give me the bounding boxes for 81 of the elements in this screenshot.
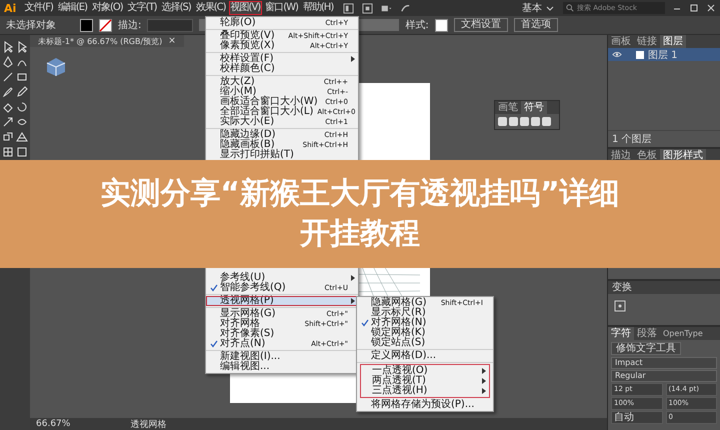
menu-item[interactable]: 将网格存储为预设(P)... [357,400,493,410]
touch-type-tool-button[interactable]: 修饰文字工具 [611,342,681,355]
panel-tab[interactable]: 画笔 [495,101,521,114]
menu-item[interactable]: 校样设置(F) [206,54,358,64]
pen-icon[interactable] [2,56,14,68]
menu-bar-item[interactable]: 效果(C) [194,1,228,15]
menu-item[interactable]: 校样颜色(C) [206,64,358,74]
layer-thumbnail [636,50,644,58]
panel-tab[interactable]: 图层 [660,35,686,48]
menu-bar-item[interactable]: 选择(S) [160,1,193,15]
document-tab[interactable]: 未标题-1* @ 66.67% (RGB/预览) × [30,35,184,47]
restore-icon[interactable] [689,3,699,13]
style-label: 样式: [405,18,429,32]
menu-bar-item[interactable]: 视图(V) [228,1,262,15]
caret-icon[interactable] [546,6,554,10]
layer-name: 图层 1 [648,48,678,62]
menu-item[interactable]: 新建视图(I)... [206,352,358,362]
menu-bar-item[interactable]: 文件(F) [22,1,55,15]
font-family-field[interactable]: Impact [611,357,717,369]
panel-tab[interactable]: 符号 [521,101,547,114]
close-icon[interactable] [706,3,716,13]
panel-tab[interactable]: 描边 [608,149,634,162]
brush-stroke-icon[interactable] [400,2,412,14]
banner-headline: 实测分享“新猴王大厅有透视挂吗”详细 [100,176,620,212]
menu-item[interactable]: 三点透视(H) [361,386,489,396]
menu-item[interactable]: 编辑视图... [206,362,358,372]
menu-item[interactable]: 一点透视(O) [361,366,489,376]
stroke-label: 描边: [118,18,142,32]
menu-item[interactable]: 显示标尺(R) [357,308,493,318]
zoom-level[interactable]: 66.67% [36,419,70,429]
banner-headline: 开挂教程 [300,216,420,252]
style-swatch[interactable] [434,18,448,32]
reference-point-icon[interactable] [614,300,626,312]
app-logo: Ai [4,2,16,14]
line-tool-icon[interactable] [2,71,14,83]
menu-item[interactable]: 锁定站点(S) [357,338,493,348]
toolbar-button[interactable]: 文档设置 [454,18,508,32]
panel-tab[interactable]: 段落 [634,327,660,340]
stroke-weight-field[interactable] [147,18,194,32]
layer-row[interactable]: 图层 1 [608,48,720,61]
document-title: 未标题-1* @ 66.67% (RGB/预览) [38,36,162,46]
rectangle-tool-icon[interactable] [16,71,28,83]
tab-close[interactable]: × [168,36,176,46]
layer-count: 1 个图层 [612,134,652,145]
eye-icon[interactable] [612,51,622,58]
menu-item[interactable]: 锁定网格(K) [357,328,493,338]
panel-tab[interactable]: 画板 [608,35,634,48]
panel-title: 变换 [612,282,632,293]
panel-tab[interactable]: 字符 [608,327,634,340]
selection-arrow-icon[interactable] [2,41,14,53]
menu-bar-item[interactable]: 窗口(W) [263,1,300,15]
current-tool-status: 透视网格 [130,418,166,430]
menu-item[interactable]: 显示打印拼贴(T) [206,150,358,160]
mesh-icon[interactable] [2,146,14,158]
panel-tab[interactable]: 色板 [634,149,660,162]
menu-bar-item[interactable]: 帮助(H) [300,1,336,15]
menu-bar-item[interactable]: 编辑(E) [56,1,89,15]
direct-selection-arrow-icon[interactable] [16,41,28,53]
stock-icon[interactable] [362,2,374,14]
panel-tab[interactable]: 链接 [634,35,660,48]
bridge-icon[interactable] [343,2,354,14]
menu-bar-item[interactable]: 文字(T) [126,1,159,15]
menu-item[interactable]: 两点透视(T) [361,376,489,386]
menu-item[interactable]: 对齐像素(S) [206,329,358,339]
perspective-widget-icon[interactable] [46,57,66,77]
brush-icon[interactable] [2,86,14,98]
menu-bar-item[interactable]: 对象(O) [90,1,125,15]
fill-swatch[interactable] [80,18,93,32]
panel-tab[interactable]: OpenType [660,327,706,340]
selection-status: 未选择对象 [6,18,56,32]
stroke-none-swatch[interactable] [99,18,112,32]
menu-item[interactable]: 参考线(U) [206,273,358,283]
pencil-icon[interactable] [16,86,28,98]
menu-item[interactable]: 对齐网格(N) [357,318,493,328]
font-style-field[interactable]: Regular [611,370,717,382]
menu-item[interactable]: 定义网格(D)... [357,351,493,361]
toolbar-button[interactable]: 首选项 [514,18,558,32]
kerning-field[interactable]: 自动 [611,411,662,424]
search-icon [566,4,574,12]
rotate-icon[interactable] [16,101,28,113]
workspace-switcher[interactable]: 基本 [522,1,542,15]
